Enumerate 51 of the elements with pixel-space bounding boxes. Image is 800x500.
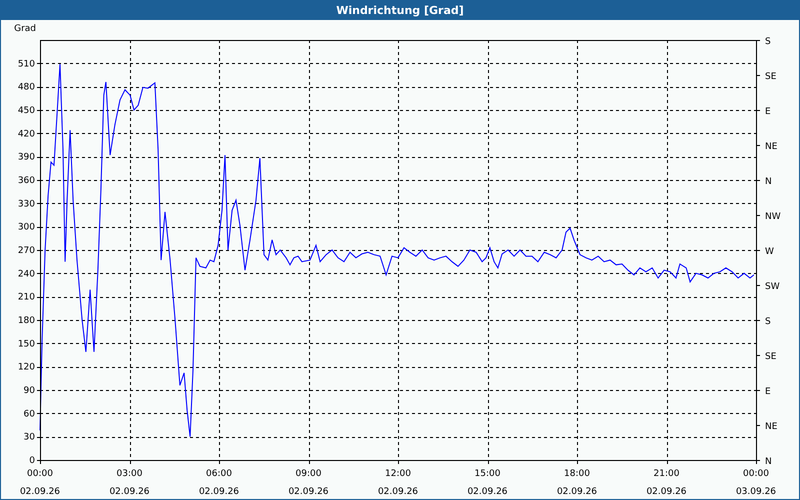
compass-label: SE xyxy=(765,352,776,362)
date-label: 02.09.26 xyxy=(467,487,508,497)
axis-tick-label: 450 xyxy=(18,106,35,116)
window-title: Windrichtung [Grad] xyxy=(336,4,464,16)
date-label: 02.09.26 xyxy=(20,487,60,497)
axis-tick-label: 510 xyxy=(18,59,35,70)
axis-tick-label: 240 xyxy=(18,269,35,280)
axis-tick-label: 150 xyxy=(18,339,35,350)
axis-tick-label: 0 xyxy=(29,456,35,466)
date-label: 03.09.26 xyxy=(736,487,776,497)
axis-tick-label: 180 xyxy=(18,316,35,326)
compass-label: N xyxy=(765,457,772,467)
compass-label: E xyxy=(765,107,771,117)
axis-tick-label: 480 xyxy=(18,82,35,93)
date-label: 02.09.26 xyxy=(288,487,329,497)
axis-tick-label: 60 xyxy=(24,409,35,420)
date-label: 02.09.26 xyxy=(556,487,598,497)
axis-tick-label: 270 xyxy=(18,246,35,256)
axis-tick-label: 09:00 xyxy=(296,469,322,479)
date-label: 02.09.26 xyxy=(109,487,150,497)
axis-tick-label: 06:00 xyxy=(206,469,232,479)
compass-label: E xyxy=(765,387,771,397)
compass-label: W xyxy=(765,247,774,257)
compass-label: S xyxy=(765,37,771,47)
date-label: 02.09.26 xyxy=(378,487,418,497)
compass-label: S xyxy=(765,317,771,327)
axis-tick-label: 120 xyxy=(18,362,35,373)
axis-tick-label: 00:00 xyxy=(27,469,53,479)
axis-tick-label: 18:00 xyxy=(564,469,590,479)
axis-tick-label: 90 xyxy=(24,386,35,396)
axis-tick-label: 30 xyxy=(24,432,35,443)
axis-tick-label: 21:00 xyxy=(654,469,680,479)
compass-label: N xyxy=(765,177,772,187)
compass-label: NE xyxy=(765,422,778,432)
axis-tick-label: 390 xyxy=(18,152,35,163)
compass-label: SW xyxy=(765,282,780,292)
axis-tick-label: 420 xyxy=(18,129,35,140)
axis-tick-label: 360 xyxy=(18,176,35,186)
date-label: 02.09.26 xyxy=(646,487,687,497)
compass-label: SE xyxy=(765,72,776,82)
axis-tick-label: 210 xyxy=(18,292,35,303)
axis-tick-label: 330 xyxy=(18,199,35,210)
axis-tick-label: 300 xyxy=(18,222,35,233)
compass-label: NE xyxy=(765,142,778,152)
axis-tick-label: 12:00 xyxy=(385,469,411,479)
axis-tick-label: 15:00 xyxy=(474,469,500,479)
axis-title: Grad xyxy=(14,24,36,34)
axis-tick-label: 00:00 xyxy=(743,469,769,479)
compass-label: NW xyxy=(765,212,781,222)
date-label: 02.09.26 xyxy=(198,487,240,497)
axis-tick-label: 03:00 xyxy=(116,469,142,479)
